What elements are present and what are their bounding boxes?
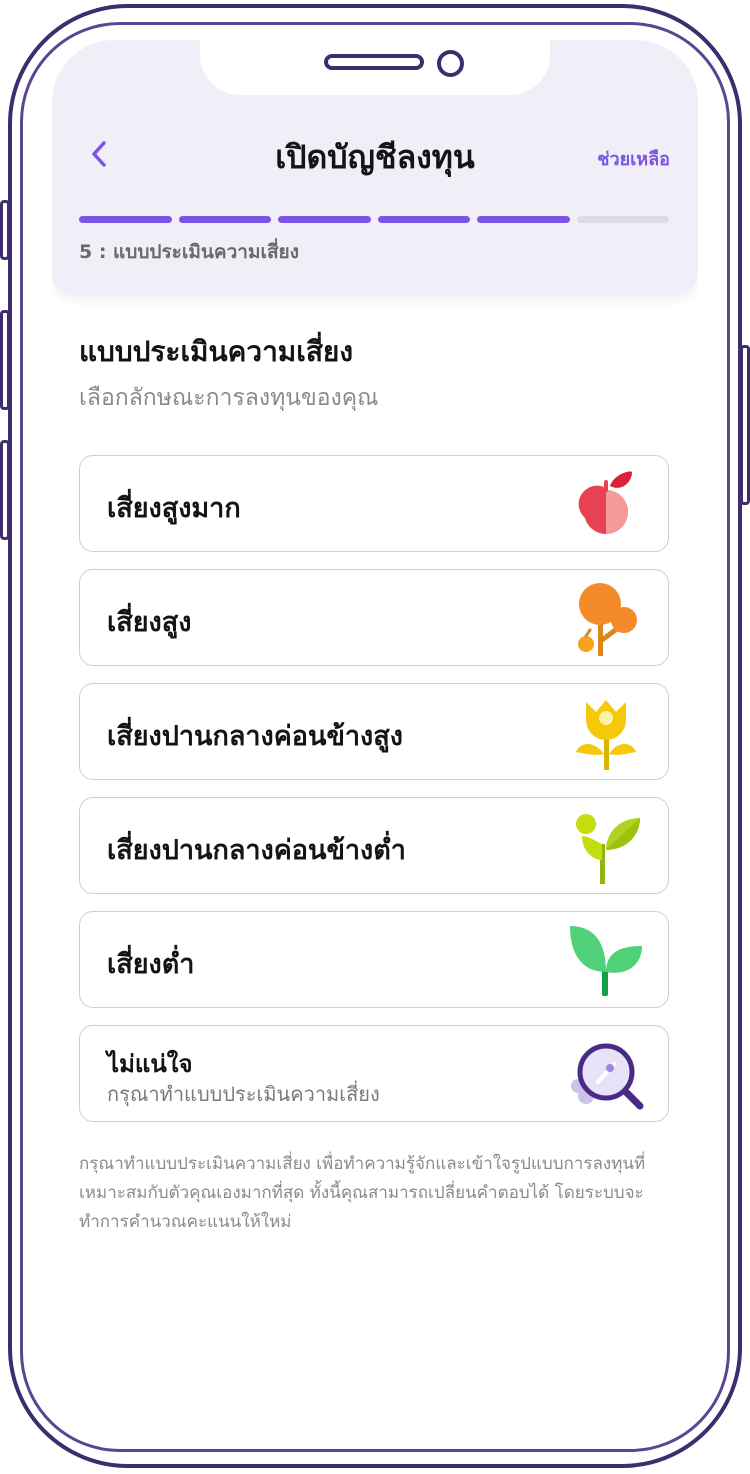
progress-bar: [79, 216, 669, 223]
progress-segment-complete: [178, 216, 271, 223]
apple-icon: [578, 471, 632, 534]
option-sublabel: กรุณาทำแบบประเมินความเสี่ยง: [107, 1082, 380, 1106]
side-button: [0, 310, 10, 410]
option-label: เสี่ยงปานกลางค่อนข้างต่ำ: [107, 835, 406, 866]
seedling-icon: [570, 926, 642, 996]
yellow-flower-icon: [576, 700, 636, 770]
option-medium-low-risk[interactable]: เสี่ยงปานกลางค่อนข้างต่ำ: [79, 797, 669, 894]
sprout-icon: [576, 814, 640, 884]
footnote: กรุณาทำแบบประเมินความเสี่ยง เพื่อทำความร…: [79, 1154, 646, 1232]
notch: [200, 40, 550, 95]
magnifier-icon: [571, 1043, 644, 1110]
speaker: [324, 54, 424, 70]
app-screen: เปิดบัญชีลงทุน ช่วยเหลือ 5 : แบบประเมินค…: [52, 40, 698, 1425]
camera: [437, 50, 464, 77]
option-label: เสี่ยงสูง: [107, 607, 192, 638]
section-title: แบบประเมินความเสี่ยง: [79, 335, 353, 368]
progress-segment-complete: [79, 216, 172, 223]
step-label: 5 : แบบประเมินความเสี่ยง: [79, 241, 299, 263]
back-button[interactable]: [80, 135, 120, 175]
power-button: [740, 345, 750, 505]
progress-segment-complete: [477, 216, 570, 223]
side-button: [0, 440, 10, 540]
option-high-risk[interactable]: เสี่ยงสูง: [79, 569, 669, 666]
option-label: เสี่ยงสูงมาก: [107, 493, 241, 524]
header: เปิดบัญชีลงทุน ช่วยเหลือ 5 : แบบประเมินค…: [52, 40, 698, 295]
option-medium-high-risk[interactable]: เสี่ยงปานกลางค่อนข้างสูง: [79, 683, 669, 780]
option-not-sure[interactable]: ไม่แน่ใจ กรุณาทำแบบประเมินความเสี่ยง: [79, 1025, 669, 1122]
orange-tree-icon: [578, 583, 637, 656]
section-subtitle: เลือกลักษณะการลงทุนของคุณ: [79, 385, 379, 411]
help-link[interactable]: ช่วยเหลือ: [597, 144, 670, 173]
chevron-left-icon: [92, 141, 106, 167]
option-label: เสี่ยงต่ำ: [107, 949, 195, 980]
progress-segment-complete: [278, 216, 371, 223]
page-title: เปิดบัญชีลงทุน: [275, 138, 475, 176]
progress-segment-complete: [377, 216, 470, 223]
option-label: เสี่ยงปานกลางค่อนข้างสูง: [107, 721, 403, 752]
option-very-high-risk[interactable]: เสี่ยงสูงมาก: [79, 455, 669, 552]
option-low-risk[interactable]: เสี่ยงต่ำ: [79, 911, 669, 1008]
risk-options-list: เสี่ยงสูงมาก เสี่ยงสูง เสี่ยงปานกลางค่อน…: [79, 455, 669, 1139]
progress-segment-pending: [576, 216, 669, 223]
side-button: [0, 200, 10, 260]
